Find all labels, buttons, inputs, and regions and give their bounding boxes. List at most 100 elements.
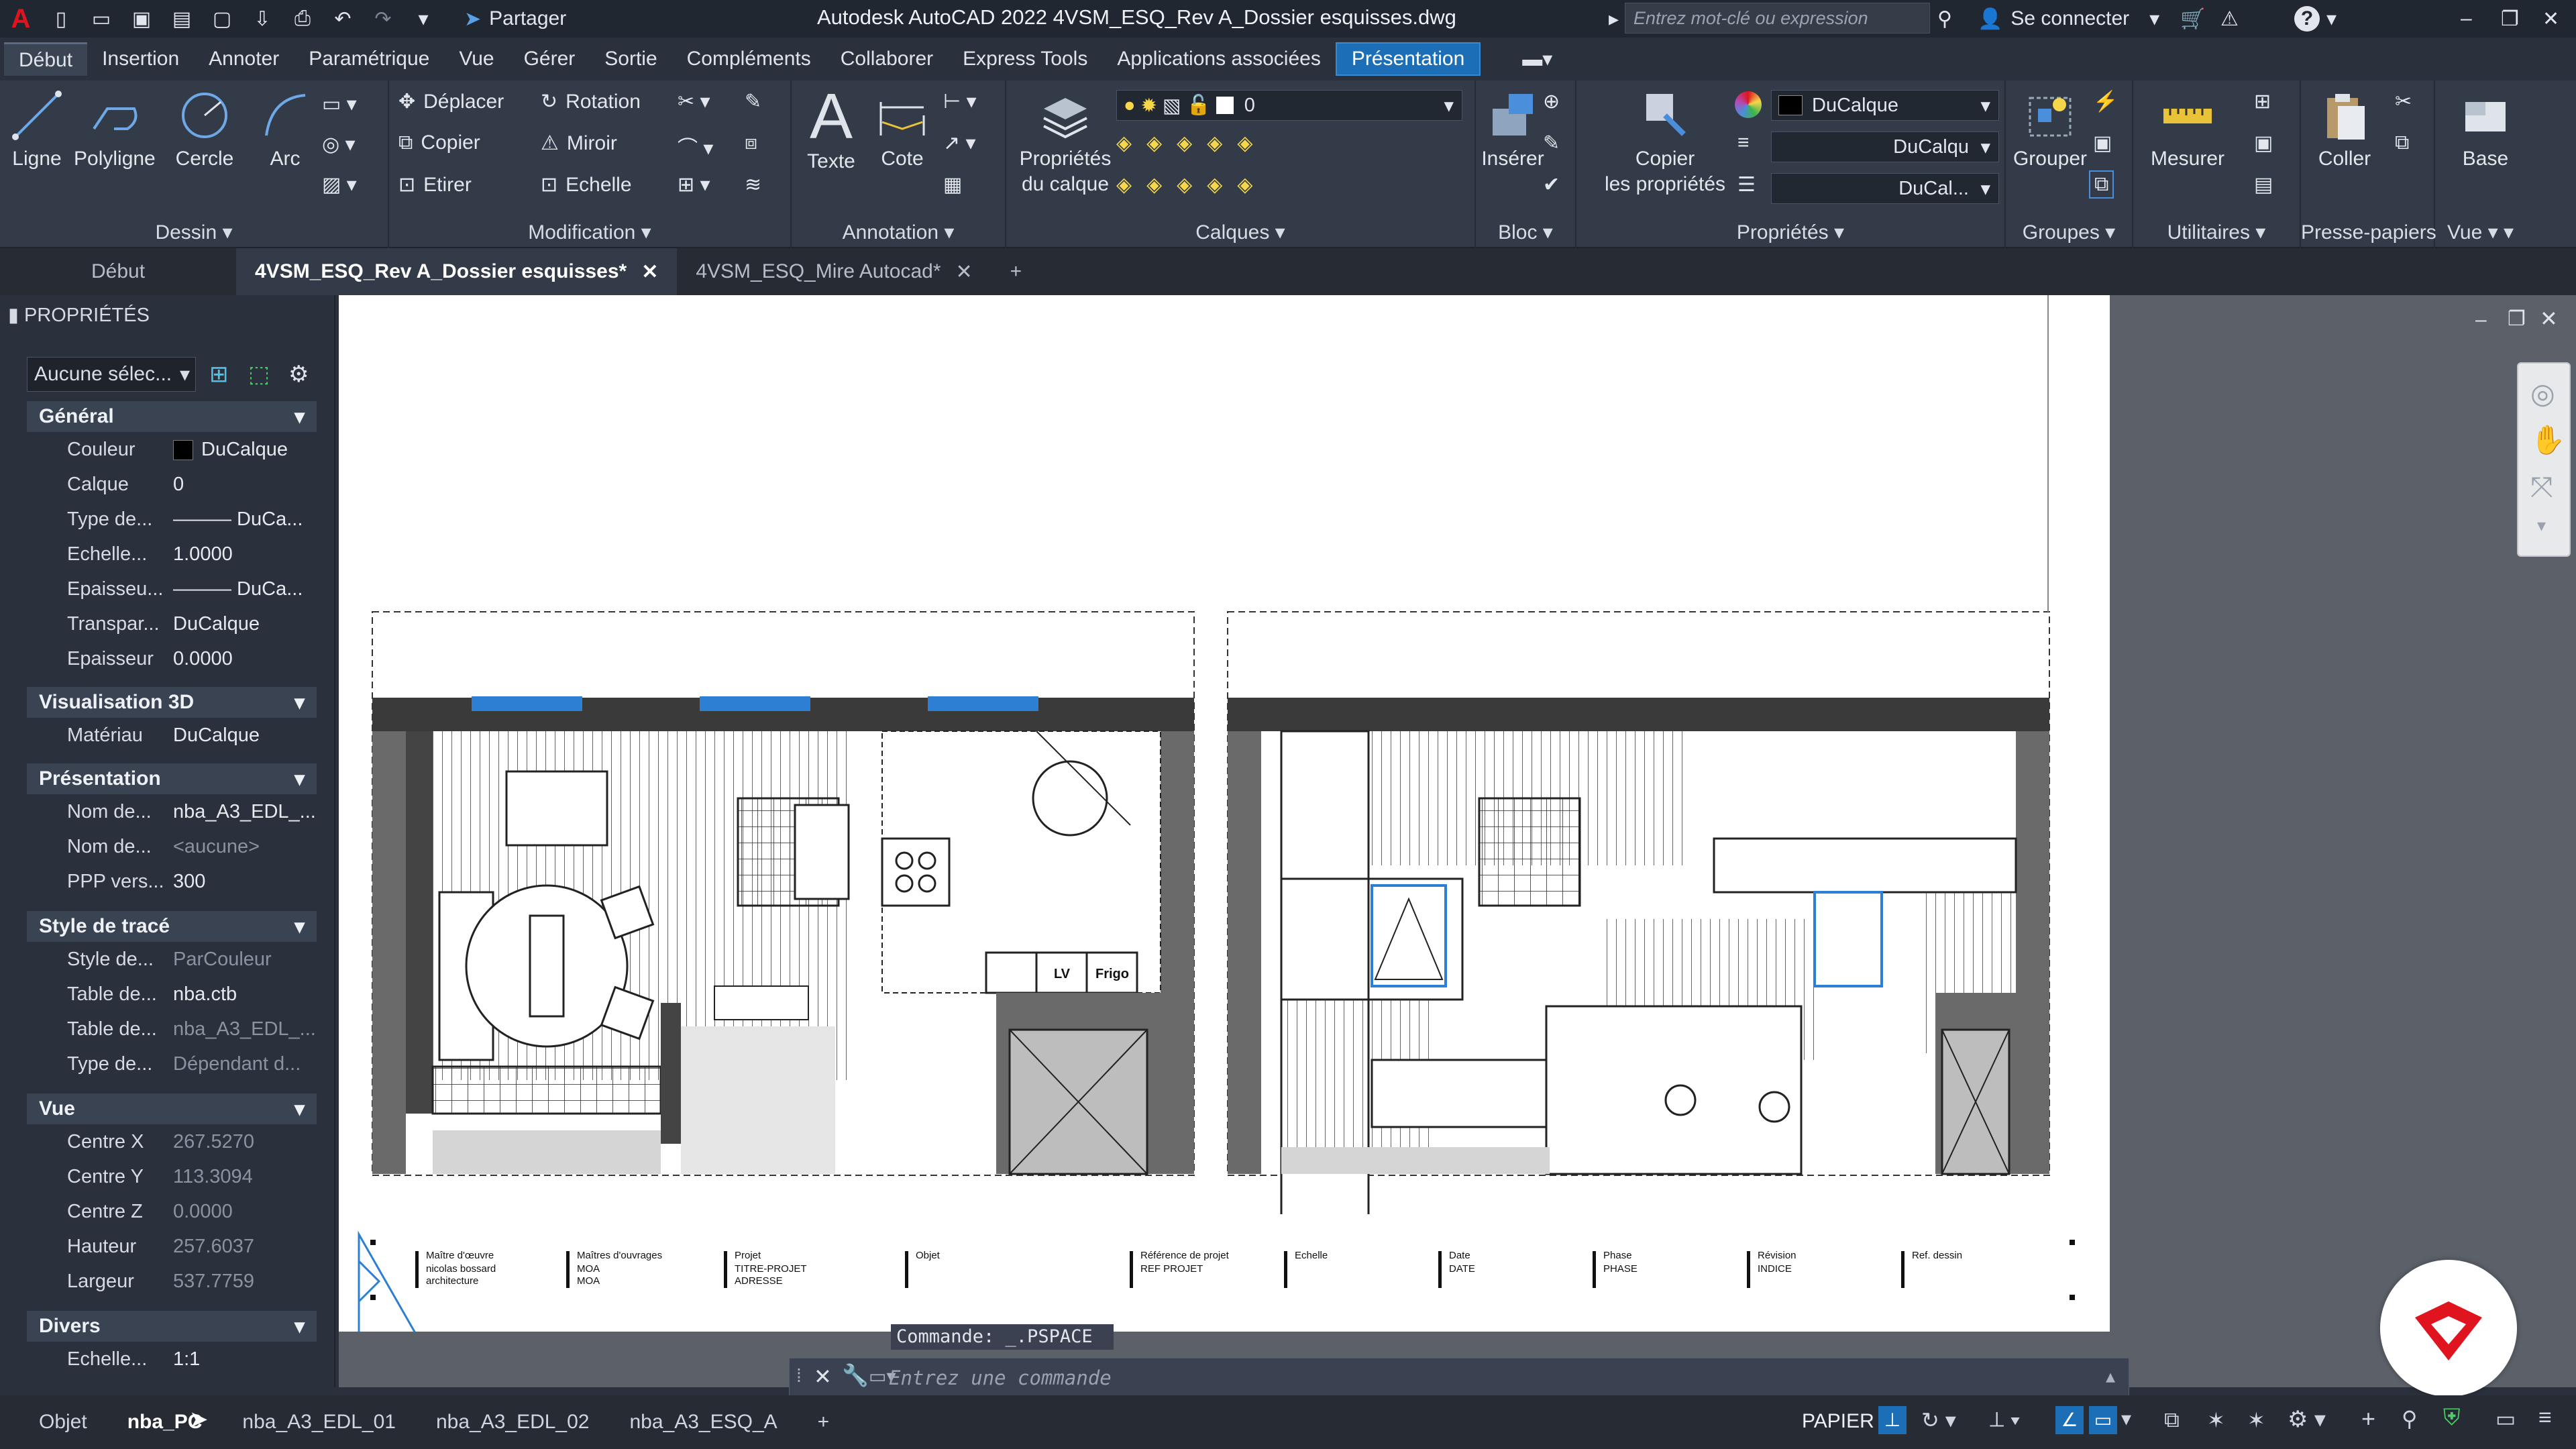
tab-annoter[interactable]: Annoter — [194, 42, 294, 76]
tab-parametrique[interactable]: Paramétrique — [294, 42, 444, 76]
property-value[interactable]: ParCouleur — [168, 948, 317, 971]
lineweight-dropdown[interactable]: DuCal... ▾ — [1771, 173, 1999, 204]
canvas-restore-icon[interactable]: ❐ — [2508, 307, 2526, 331]
group-groupes-title[interactable]: Groupes ▾ — [2006, 221, 2132, 244]
share-button[interactable]: ➤ Partager — [464, 7, 566, 31]
cart-icon[interactable]: 🛒 — [2180, 0, 2205, 38]
autodesk-app-icon[interactable]: ⚠ — [2220, 0, 2239, 38]
line-button[interactable]: Ligne — [7, 89, 67, 172]
doc-tab-start[interactable]: Début — [0, 248, 236, 295]
section-presentation[interactable]: Présentation ▾ — [27, 763, 317, 794]
layout-tab-objet[interactable]: Objet — [19, 1402, 107, 1442]
isolate-objects-icon[interactable]: ⚲ — [2402, 1406, 2417, 1432]
group-calques-title[interactable]: Calques ▾ — [1006, 221, 1474, 244]
sign-in-button[interactable]: 👤 Se connecter ▾ — [1978, 0, 2159, 38]
restore-icon[interactable]: ❐ — [2501, 0, 2519, 38]
property-value[interactable]: 0.0000 — [168, 1200, 317, 1223]
mirror-button[interactable]: ⚠ Miroir — [541, 131, 617, 155]
group-modification-title[interactable]: Modification ▾ — [389, 221, 790, 244]
property-row-general[interactable]: Epaisseu... ——— DuCa... — [27, 572, 317, 606]
polar-icon[interactable]: ↻ ▾ — [1921, 1407, 1956, 1433]
linear-dim-icon[interactable]: ⊢ ▾ — [943, 90, 977, 113]
group-button[interactable]: Grouper — [2010, 89, 2090, 172]
measure-button[interactable]: Mesurer — [2137, 89, 2238, 172]
property-value[interactable]: ——— DuCa... — [168, 508, 317, 531]
property-value[interactable]: 257.6037 — [168, 1235, 317, 1258]
add-layout-button[interactable]: + — [798, 1402, 850, 1442]
grip-icon[interactable]: ⁞ — [796, 1365, 802, 1387]
search-input[interactable]: Entrez mot-clé ou expression — [1625, 3, 1930, 34]
offset-icon[interactable]: ≋ — [745, 173, 761, 197]
explode-icon[interactable]: ⧈ — [745, 131, 757, 154]
tab-complements[interactable]: Compléments — [672, 42, 826, 76]
select-all-icon[interactable]: ▣ — [2254, 131, 2273, 155]
paste-button[interactable]: Coller — [2301, 89, 2388, 172]
tab-collaborer[interactable]: Collaborer — [826, 42, 948, 76]
property-row-divers[interactable]: Echelle... 1:1 — [27, 1342, 317, 1377]
undo-icon[interactable]: ↶ — [330, 6, 356, 32]
arc-button[interactable]: Arc — [255, 89, 315, 172]
property-row-vue[interactable]: Centre X 267.5270 — [27, 1124, 317, 1159]
layer-properties-button[interactable]: Propriétés du calque — [1012, 89, 1119, 197]
new-tab-button[interactable]: + — [991, 248, 1041, 295]
wrench-icon[interactable]: 🔧 — [842, 1362, 869, 1388]
workspace-gear-icon[interactable]: ⚙ ▾ — [2288, 1406, 2326, 1433]
property-value[interactable]: nba_A3_EDL_... — [168, 800, 317, 823]
layer-tools-row-2[interactable]: ◈ ◈ ◈ ◈ ◈ — [1116, 173, 1252, 197]
color-wheel-icon[interactable] — [1735, 91, 1762, 118]
scale-button[interactable]: ⊡ Echelle — [541, 173, 632, 197]
object-snap-icon[interactable]: ▭ — [2089, 1406, 2117, 1434]
layer-dropdown[interactable]: ● ✹ ▧ 🔓 0 ▾ — [1116, 90, 1462, 121]
tab-gerer[interactable]: Gérer — [509, 42, 590, 76]
move-button[interactable]: ✥ Déplacer — [398, 90, 504, 113]
tab-sortie[interactable]: Sortie — [590, 42, 672, 76]
save-as-icon[interactable]: ▤ — [169, 6, 195, 32]
group-utilitaires-title[interactable]: Utilitaires ▾ — [2133, 221, 2300, 244]
layout-tab-edl-02[interactable]: nba_A3_EDL_02 — [416, 1402, 610, 1442]
property-row-vis3d[interactable]: Matériau DuCalque — [27, 718, 317, 753]
property-row-general[interactable]: Type de... ——— DuCa... — [27, 502, 317, 537]
tab-presentation[interactable]: Présentation — [1335, 42, 1481, 76]
property-row-style[interactable]: Style de... ParCouleur — [27, 942, 317, 977]
dimension-button[interactable]: Cote — [872, 89, 932, 172]
stretch-button[interactable]: ⊡ Etirer — [398, 173, 472, 197]
isodraft-icon[interactable]: ⟂ ▾ — [1990, 1407, 2021, 1433]
property-row-vue[interactable]: Centre Z 0.0000 — [27, 1194, 317, 1229]
close-icon[interactable]: ✕ — [814, 1364, 832, 1389]
base-view-button[interactable]: Base — [2442, 89, 2529, 172]
polyline-button[interactable]: Polyligne — [74, 89, 156, 172]
layer-tools-row-1[interactable]: ◈ ◈ ◈ ◈ ◈ — [1116, 131, 1252, 155]
gradient-icon[interactable]: ▨ ▾ — [322, 173, 357, 197]
space-toggle[interactable]: PAPIER — [1802, 1410, 1874, 1433]
plus-icon[interactable]: + — [2361, 1405, 2375, 1433]
property-row-general[interactable]: Couleur DuCalque — [27, 432, 317, 467]
annotation-visibility-icon[interactable]: ✶ — [2207, 1407, 2225, 1433]
property-value[interactable]: 113.3094 — [168, 1165, 317, 1188]
section-style[interactable]: Style de tracé ▾ — [27, 911, 317, 942]
select-objects-icon[interactable]: ⬚ — [248, 361, 270, 388]
search-icon[interactable]: ⚲ — [1937, 0, 1952, 38]
property-row-general[interactable]: Echelle... 1.0000 — [27, 537, 317, 572]
steering-wheel-icon[interactable]: ◎ — [2530, 377, 2555, 410]
help-button[interactable]: ? ▾ — [2294, 0, 2337, 38]
property-row-style[interactable]: Table de... nba_A3_EDL_... — [27, 1012, 317, 1046]
rectangle-icon[interactable]: ▭ ▾ — [322, 93, 357, 116]
tab-applications-associees[interactable]: Applications associées — [1102, 42, 1336, 76]
match-properties-button[interactable]: Copier les propriétés — [1591, 89, 1739, 197]
property-value[interactable]: nba.ctb — [168, 983, 317, 1006]
hatch-icon[interactable]: ◎ ▾ — [322, 133, 356, 156]
property-value[interactable]: 300 — [168, 870, 317, 893]
insert-block-button[interactable]: Insérer — [1476, 89, 1550, 172]
property-value[interactable]: 537.7759 — [168, 1270, 317, 1293]
trim-icon[interactable]: ✂ ▾ — [678, 90, 710, 113]
tab-express-tools[interactable]: Express Tools — [948, 42, 1102, 76]
copy-clip-icon[interactable]: ⧉ — [2395, 131, 2409, 154]
property-row-vue[interactable]: Largeur 537.7759 — [27, 1264, 317, 1299]
clean-screen-icon[interactable]: ▭ — [2496, 1406, 2516, 1432]
layout-tab-edl-01[interactable]: nba_A3_EDL_01 — [222, 1402, 416, 1442]
open-folder-icon[interactable]: ▭ — [89, 6, 114, 32]
calculator-icon[interactable]: ▤ — [2254, 173, 2273, 197]
property-value[interactable]: ——— DuCa... — [168, 578, 317, 600]
create-block-icon[interactable]: ⊕ — [1543, 90, 1560, 113]
tab-vue[interactable]: Vue — [444, 42, 508, 76]
